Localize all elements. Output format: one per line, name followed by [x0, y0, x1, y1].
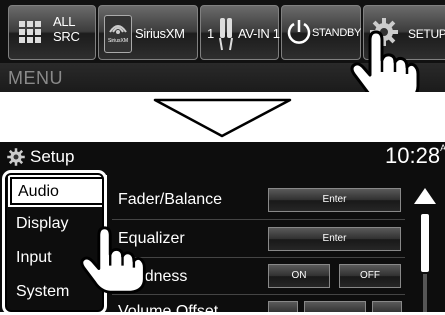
row-divider: [112, 219, 405, 220]
av-in-number: 1: [207, 26, 214, 41]
fader-balance-enter-button[interactable]: Enter: [268, 188, 401, 212]
grid-icon: [19, 21, 41, 43]
pointing-hand-icon: [80, 226, 146, 294]
equalizer-enter-button[interactable]: Enter: [268, 227, 401, 251]
menu-label: MENU: [8, 68, 63, 88]
row-label-volume-offset: Volume Offset: [118, 303, 219, 312]
volume-offset-value: [304, 301, 366, 312]
siriusxm-badge: SiriusXM: [107, 38, 128, 44]
scroll-thumb: [421, 214, 429, 272]
av-in-icon: [219, 18, 233, 51]
clock-suffix: AM: [440, 143, 445, 153]
power-icon: [287, 20, 311, 44]
loudness-off-button[interactable]: OFF: [339, 264, 401, 288]
page-title: Setup: [30, 147, 75, 166]
clock-time: 10:28: [385, 143, 441, 168]
all-src-button[interactable]: ALL SRC: [8, 5, 96, 60]
siriusxm-label: SiriusXM: [135, 26, 185, 41]
siriusxm-button[interactable]: SiriusXM SiriusXM: [98, 5, 198, 60]
setup-gear-icon: [7, 148, 25, 166]
down-arrow-icon: [153, 98, 292, 138]
clock: 10:28AM: [385, 143, 445, 169]
row-label-fader-balance: Fader/Balance: [118, 191, 223, 208]
scrollbar[interactable]: [411, 184, 439, 312]
loudness-on-button[interactable]: ON: [268, 264, 330, 288]
av-in-label: AV-IN 1: [238, 26, 280, 41]
row-divider: [112, 257, 405, 258]
siriusxm-icon: SiriusXM: [104, 15, 132, 53]
scroll-track: [423, 274, 427, 312]
pointing-hand-icon: [350, 30, 420, 92]
av-in-button[interactable]: 1 AV-IN 1: [200, 5, 280, 60]
scroll-up-arrow-icon: [414, 188, 436, 204]
all-src-label: ALL SRC: [53, 14, 80, 44]
source-bar: ALL SRC SiriusXM SiriusXM 1 AV-IN 1 STAN…: [0, 0, 445, 92]
volume-offset-up-button[interactable]: [372, 301, 402, 312]
volume-offset-down-button[interactable]: [268, 301, 298, 312]
row-divider: [112, 294, 405, 295]
